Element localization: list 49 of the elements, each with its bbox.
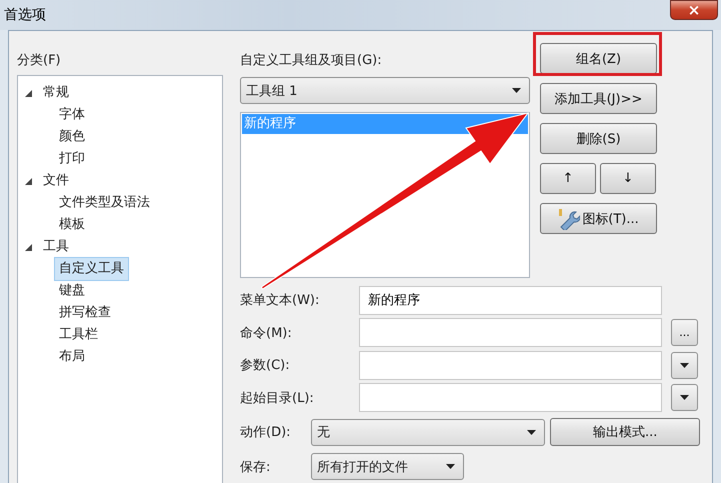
input-field[interactable] — [359, 350, 662, 380]
caret-icon — [446, 464, 455, 470]
tree-item[interactable]: 文件类型及语法 — [54, 191, 155, 215]
tree-item[interactable]: 自定义工具 — [54, 257, 129, 281]
input-field[interactable] — [359, 383, 662, 412]
tree-item[interactable]: 键盘 — [54, 279, 90, 303]
tree-item[interactable]: 颜色 — [54, 125, 90, 149]
tool-button[interactable]: ↓ — [600, 163, 656, 194]
tree-item[interactable]: 常规 — [38, 81, 74, 105]
wrench-icon — [558, 208, 580, 230]
tool-button[interactable]: ↑ — [540, 163, 596, 194]
field-label: 保存: — [240, 458, 272, 476]
icon-button[interactable]: 图标(T)... — [540, 203, 657, 234]
window-title: 首选项 — [4, 6, 46, 24]
input-field[interactable]: 新的程序 — [359, 286, 662, 315]
field-label: 命令(M): — [240, 324, 293, 342]
tree-item[interactable]: 字体 — [54, 103, 90, 127]
expanded-triangle-icon[interactable] — [24, 176, 33, 186]
category-label: 分类(F) — [17, 52, 61, 69]
tree-item[interactable]: 布局 — [54, 345, 90, 369]
field-label: 动作(D): — [240, 424, 292, 442]
browse-button[interactable]: ... — [671, 319, 698, 346]
caret-icon — [512, 88, 521, 93]
output-mode-button[interactable]: 输出模式... — [550, 418, 700, 446]
tree-item[interactable]: 文件 — [38, 169, 74, 193]
expanded-triangle-icon[interactable] — [24, 88, 33, 98]
input-field[interactable] — [359, 318, 662, 348]
field-label: 参数(C): — [240, 357, 291, 374]
tool-button[interactable]: 组名(Z) — [540, 43, 657, 74]
tree-item[interactable]: 拼写检查 — [54, 301, 116, 325]
dropdown-button[interactable] — [671, 384, 698, 412]
tree-item[interactable]: 打印 — [54, 147, 90, 171]
tree-item[interactable]: 工具 — [38, 235, 74, 259]
dropdown-button[interactable] — [671, 352, 698, 379]
caret-icon — [680, 362, 689, 368]
expanded-triangle-icon[interactable] — [24, 242, 33, 252]
caret-icon — [680, 395, 689, 400]
close-button[interactable]: × — [670, 0, 718, 20]
tool-button[interactable]: 删除(S) — [540, 123, 657, 154]
field-label: 菜单文本(W): — [240, 292, 320, 310]
save-select[interactable]: 所有打开的文件 — [311, 453, 464, 480]
group-select[interactable]: 工具组 1 — [240, 77, 530, 104]
tools-label: 自定义工具组及项目(G): — [240, 52, 382, 69]
tool-button[interactable]: 添加工具(J)>> — [540, 83, 657, 114]
tree-item[interactable]: 工具栏 — [54, 323, 103, 347]
tree-item[interactable]: 模板 — [54, 213, 90, 237]
caret-icon — [527, 430, 536, 435]
action-select[interactable]: 无 — [311, 418, 546, 446]
field-label: 起始目录(L): — [240, 390, 315, 407]
